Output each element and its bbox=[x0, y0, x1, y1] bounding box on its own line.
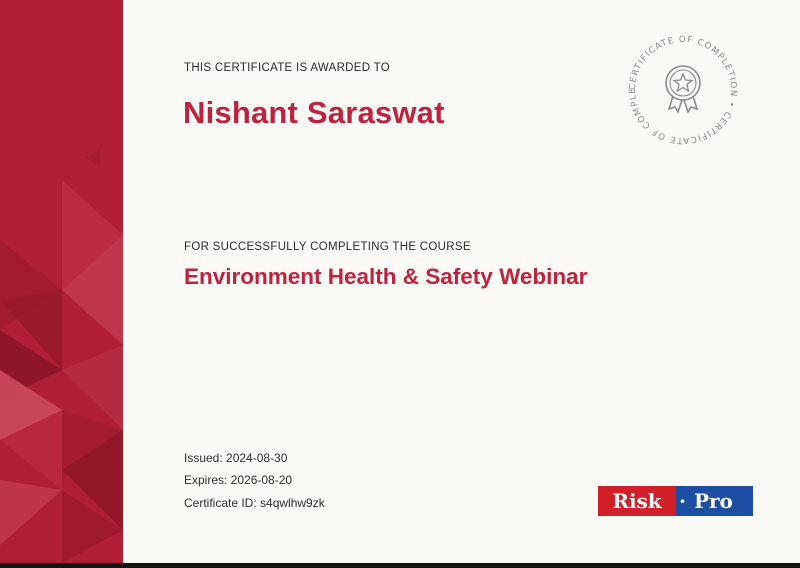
risk-pro-logo: Risk · Pro bbox=[598, 486, 753, 516]
expiry-date: Expires: 2026-08-20 bbox=[184, 473, 293, 487]
bottom-border bbox=[0, 563, 800, 568]
certificate-id: Certificate ID: s4qwlhw9zk bbox=[184, 496, 325, 510]
logo-red-block: Risk bbox=[598, 486, 676, 516]
award-star-icon bbox=[665, 65, 701, 114]
recipient-name: Nishant Saraswat bbox=[183, 95, 445, 130]
decorative-side-band bbox=[0, 0, 123, 563]
logo-blue-block: · Pro bbox=[676, 486, 753, 516]
course-label: FOR SUCCESSFULLY COMPLETING THE COURSE bbox=[184, 241, 471, 253]
awarded-label: THIS CERTIFICATE IS AWARDED TO bbox=[184, 62, 391, 74]
issued-date: Issued: 2024-08-30 bbox=[184, 451, 288, 465]
certificate: THIS CERTIFICATE IS AWARDED TO Nishant S… bbox=[0, 0, 800, 563]
logo-text-part1: Risk bbox=[612, 489, 662, 513]
course-name: Environment Health & Safety Webinar bbox=[184, 264, 588, 289]
triangle-pattern bbox=[0, 150, 123, 563]
completion-seal: CERTIFICATE OF COMPLETION • CERTIFICATE … bbox=[618, 22, 744, 151]
seal-ring-text: CERTIFICATE OF COMPLETION • CERTIFICATE … bbox=[622, 29, 738, 145]
logo-separator: · bbox=[679, 489, 686, 513]
logo-text-part2: Pro bbox=[693, 489, 733, 513]
